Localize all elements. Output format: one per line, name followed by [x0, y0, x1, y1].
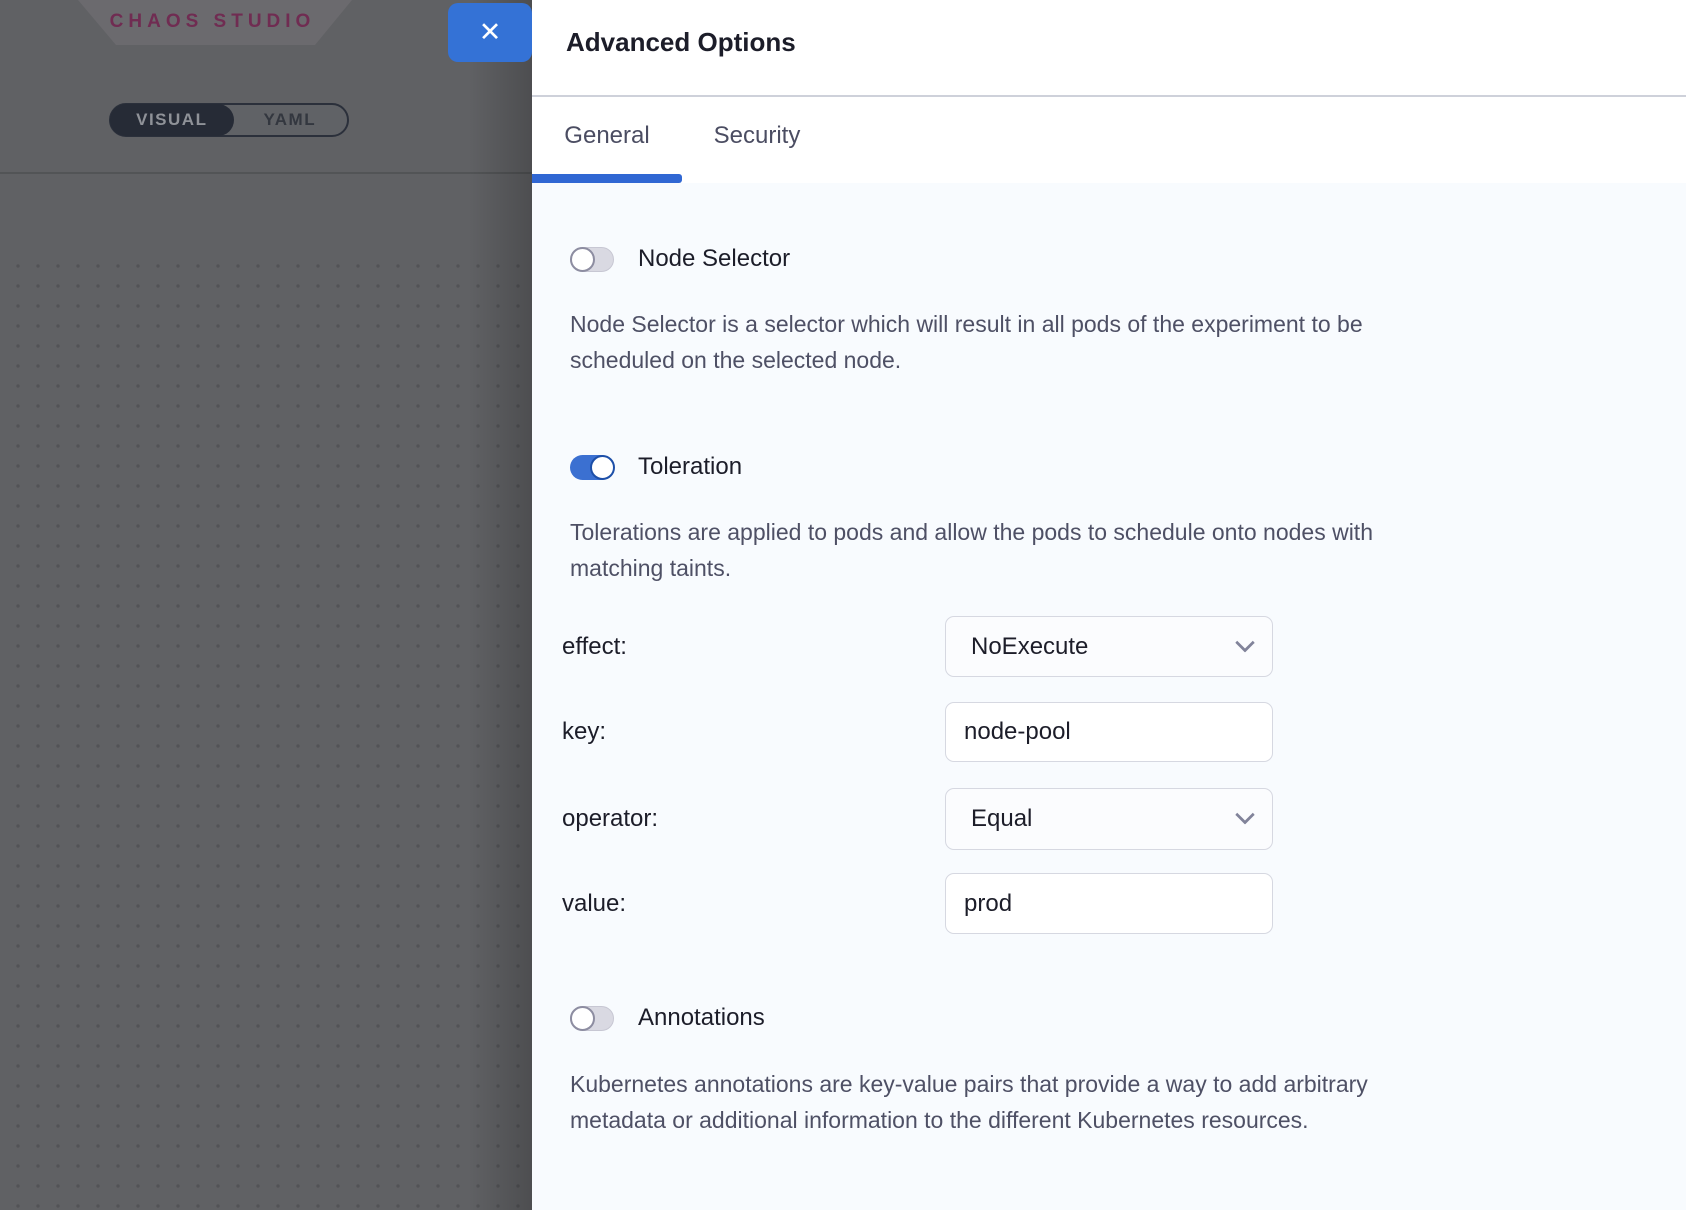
tab-general[interactable]: General	[532, 97, 682, 174]
toleration-toggle[interactable]	[570, 455, 614, 480]
tab-security[interactable]: Security	[682, 97, 832, 174]
drawer-tabs: General Security	[532, 97, 1686, 174]
value-input-box	[945, 873, 1273, 934]
value-field-row: value:	[532, 873, 1686, 934]
toleration-description: Tolerations are applied to pods and allo…	[570, 514, 1373, 586]
operator-select[interactable]: Equal	[945, 788, 1273, 850]
node-selector-description: Node Selector is a selector which will r…	[570, 306, 1363, 378]
toggle-knob	[590, 455, 615, 480]
effect-label: effect:	[562, 616, 627, 677]
value-input[interactable]	[946, 874, 1272, 933]
operator-field-row: operator: Equal	[532, 788, 1686, 850]
app-title: CHAOS STUDIO	[110, 11, 316, 35]
node-selector-label: Node Selector	[638, 245, 790, 273]
effect-select[interactable]: NoExecute	[945, 616, 1273, 677]
annotations-row: Annotations	[570, 1004, 765, 1032]
value-label: value:	[562, 873, 626, 934]
key-label: key:	[562, 702, 606, 762]
toleration-row: Toleration	[570, 453, 742, 481]
close-icon: ✕	[479, 19, 502, 46]
effect-selected-value: NoExecute	[971, 633, 1238, 661]
annotations-toggle[interactable]	[570, 1006, 614, 1031]
chevron-down-icon	[1235, 805, 1255, 825]
operator-selected-value: Equal	[971, 805, 1238, 833]
chaos-studio-screen: CHAOS STUDIO VISUAL YAML ✕ Advanced Opti…	[0, 0, 1686, 1210]
modal-backdrop: CHAOS STUDIO VISUAL YAML	[0, 0, 532, 1210]
advanced-options-drawer: Advanced Options General Security Node S…	[532, 0, 1686, 1210]
close-drawer-button[interactable]: ✕	[448, 3, 532, 62]
active-tab-indicator	[532, 174, 682, 183]
toolbar-divider	[0, 172, 532, 174]
chevron-down-icon	[1235, 632, 1255, 652]
annotations-description: Kubernetes annotations are key-value pai…	[570, 1066, 1368, 1138]
tab-yaml[interactable]: YAML	[233, 105, 347, 135]
experiment-canvas	[0, 250, 532, 1210]
drawer-shadow	[468, 0, 532, 1210]
toggle-knob	[570, 247, 595, 272]
chaos-studio-banner: CHAOS STUDIO	[70, 0, 355, 45]
tab-visual[interactable]: VISUAL	[110, 104, 234, 136]
node-selector-toggle[interactable]	[570, 247, 614, 272]
page-title: Advanced Options	[566, 27, 796, 58]
annotations-label: Annotations	[638, 1004, 765, 1032]
node-selector-row: Node Selector	[570, 245, 790, 273]
key-input-box	[945, 702, 1273, 762]
key-field-row: key:	[532, 702, 1686, 762]
toleration-label: Toleration	[638, 453, 742, 481]
toggle-knob	[570, 1006, 595, 1031]
operator-label: operator:	[562, 788, 658, 850]
key-input[interactable]	[946, 703, 1272, 761]
visual-yaml-toggle[interactable]: VISUAL YAML	[109, 103, 349, 137]
effect-field-row: effect: NoExecute	[532, 616, 1686, 677]
